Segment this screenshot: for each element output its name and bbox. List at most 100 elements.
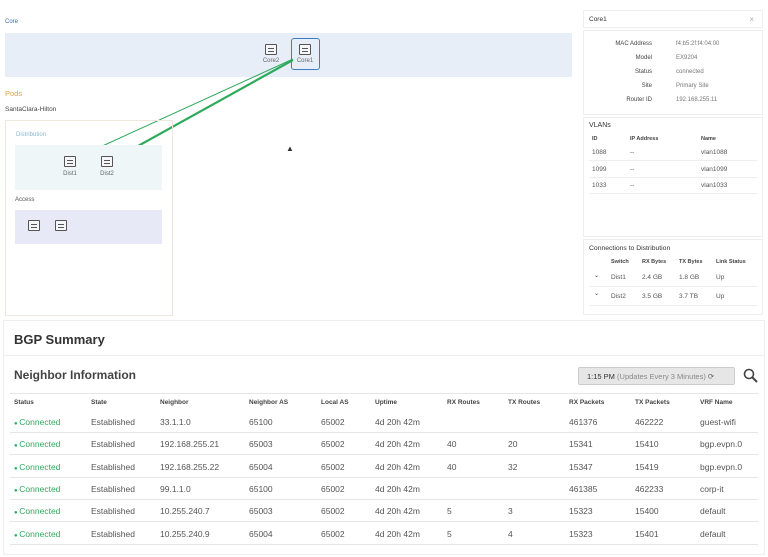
table-row[interactable]: ● ConnectedEstablished33.1.1.06510065002… [10,411,758,433]
cell-local-as: 65002 [321,506,345,516]
col-header: Name [701,136,716,142]
vlan-ip: -- [630,149,634,156]
cell-rx-packets: 15347 [569,462,593,472]
col-header-neighbor-as[interactable]: Neighbor AS [249,399,288,406]
switch-icon[interactable] [55,220,67,231]
conn-tx: 3.7 TB [679,293,698,300]
col-header: Link Status [716,259,746,265]
cell-status: ● Connected [14,484,60,494]
conn-rx: 2.4 GB [642,274,662,281]
conn-status: Up [716,293,724,300]
cell-tx-routes: 4 [508,529,513,539]
cell-uptime: 4d 20h 42m [375,462,420,472]
table-row[interactable]: ● ConnectedEstablished10.255.240.7650036… [10,500,758,522]
cell-local-as: 65002 [321,484,345,494]
update-interval: (Updates Every 3 Minutes) [617,372,706,381]
cell-uptime: 4d 20h 42m [375,417,420,427]
col-header-neighbor[interactable]: Neighbor [160,399,189,406]
cell-state: Established [91,417,135,427]
node-dist2[interactable]: Dist2 [92,171,122,177]
col-header-vrf-name[interactable]: VRF Name [700,399,733,406]
col-header: TX Bytes [679,259,703,265]
cell-local-as: 65002 [321,462,345,472]
cell-rx-packets: 461385 [569,484,597,494]
table-row[interactable]: ● ConnectedEstablished10.255.240.9650046… [10,523,758,545]
switch-icon[interactable] [28,220,40,231]
cell-vrf-name: default [700,506,726,516]
detail-key: Site [642,83,652,89]
cell-rx-routes: 5 [447,529,452,539]
status-text: Connected [19,529,60,539]
table-row[interactable]: ● ConnectedEstablished99.1.1.06510065002… [10,478,758,500]
cell-status: ● Connected [14,506,60,516]
status-text: Connected [19,484,60,494]
col-header-tx-routes[interactable]: TX Routes [508,399,540,406]
col-header-rx-routes[interactable]: RX Routes [447,399,480,406]
search-icon[interactable] [743,368,759,384]
cell-tx-packets: 15401 [635,529,659,539]
cell-rx-routes: 40 [447,439,456,449]
connections-section: Connections to Distribution Switch RX By… [583,239,763,315]
cell-status: ● Connected [14,462,60,472]
cell-status: ● Connected [14,529,60,539]
cell-state: Established [91,506,135,516]
node-dist1[interactable]: Dist1 [55,171,85,177]
conn-status: Up [716,274,724,281]
cell-neighbor: 33.1.1.0 [160,417,191,427]
table-row[interactable]: ● ConnectedEstablished192.168.255.216500… [10,433,758,455]
cell-neighbor-as: 65004 [249,462,273,472]
update-time: 1:15 PM [587,372,615,381]
col-header: Switch [611,259,629,265]
cell-neighbor-as: 65100 [249,417,273,427]
conn-switch: Dist2 [611,293,626,300]
status-text: Connected [19,417,60,427]
detail-key: Model [636,55,652,61]
cell-neighbor-as: 65003 [249,439,273,449]
mouse-cursor: ▲ [286,144,294,153]
detail-key: MAC Address [615,41,652,47]
switch-icon[interactable] [64,156,76,167]
vlan-name: vlan1099 [701,166,727,173]
cell-status: ● Connected [14,439,60,449]
col-header-state[interactable]: State [91,399,107,406]
cell-tx-packets: 462222 [635,417,663,427]
conn-switch: Dist1 [611,274,626,281]
cell-tx-routes: 3 [508,506,513,516]
cell-state: Established [91,484,135,494]
cell-vrf-name: default [700,529,726,539]
cell-local-as: 65002 [321,417,345,427]
col-header-uptime[interactable]: Uptime [375,399,397,406]
col-header-status[interactable]: Status [14,399,34,406]
detail-value: f4:b5:2f:f4:04:00 [676,41,719,47]
col-header-rx-packets[interactable]: RX Packets [569,399,604,406]
col-header-local-as[interactable]: Local AS [321,399,349,406]
access-label: Access [15,197,34,203]
vlan-ip: -- [630,166,634,173]
vlan-id: 1088 [592,149,606,156]
cell-neighbor: 10.255.240.9 [160,529,210,539]
chevron-down-icon[interactable]: ⌄ [594,272,599,279]
col-header-tx-packets[interactable]: TX Packets [635,399,670,406]
cell-tx-packets: 462233 [635,484,663,494]
pods-label: Pods [5,89,22,98]
status-text: Connected [19,506,60,516]
col-header: RX Bytes [642,259,666,265]
cell-neighbor-as: 65003 [249,506,273,516]
cell-uptime: 4d 20h 42m [375,506,420,516]
cell-state: Established [91,439,135,449]
status-text: Connected [19,439,60,449]
cell-vrf-name: corp-it [700,484,724,494]
cell-tx-routes: 32 [508,462,517,472]
vlan-id: 1033 [592,182,606,189]
conn-rx: 3.5 GB [642,293,662,300]
detail-key: Status [635,69,652,75]
close-icon[interactable]: × [749,15,754,24]
details-section: MAC Address f4:b5:2f:f4:04:00 Model EX92… [583,30,763,115]
cell-local-as: 65002 [321,439,345,449]
detail-value: 192.168.255.11 [676,97,717,103]
switch-icon[interactable] [101,156,113,167]
refresh-icon: ⟳ [708,372,714,381]
chevron-down-icon[interactable]: ⌄ [594,290,599,297]
refresh-button[interactable]: 1:15 PM (Updates Every 3 Minutes) ⟳ [578,367,735,385]
table-row[interactable]: ● ConnectedEstablished192.168.255.226500… [10,456,758,478]
